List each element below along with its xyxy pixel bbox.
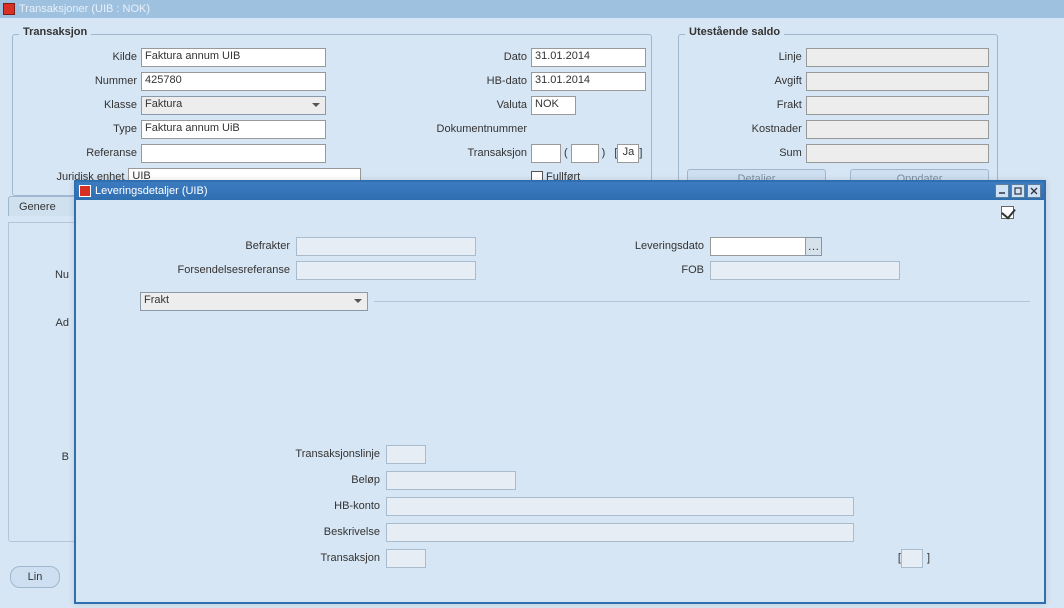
nummer-field[interactable]: 425780 [141, 72, 326, 91]
label-belop: Beløp [90, 474, 386, 486]
label-doknr: Dokumentnummer [361, 123, 531, 135]
label-type: Type [21, 123, 141, 135]
kostnader-field[interactable] [806, 120, 989, 139]
window-titlebar[interactable]: Transaksjoner (UIB : NOK) [0, 0, 1064, 18]
close-icon[interactable] [1027, 184, 1041, 198]
maximize-icon[interactable] [1011, 184, 1025, 198]
referanse-field[interactable] [141, 144, 326, 163]
forsref-field[interactable] [296, 261, 476, 280]
valuta-field[interactable]: NOK [531, 96, 576, 115]
stub-b: B [9, 445, 75, 469]
label-kilde: Kilde [21, 51, 141, 63]
transaction-group: Transaksjon KildeFaktura annum UIB Numme… [12, 34, 652, 196]
kilde-field[interactable]: Faktura annum UIB [141, 48, 326, 67]
oracle-icon [79, 185, 91, 197]
label-transaksjon2: Transaksjon [90, 552, 386, 564]
label-hbkonto: HB-konto [90, 500, 386, 512]
label-levdato: Leveringsdato [520, 240, 710, 252]
label-sum: Sum [687, 147, 806, 159]
linj-button-label: Lin [28, 571, 43, 583]
trans-field-2[interactable] [571, 144, 599, 163]
label-fob: FOB [520, 264, 710, 276]
tab-genere[interactable]: Genere [8, 196, 76, 216]
label-hbdato: HB-dato [361, 75, 531, 87]
delivery-details-window: Leveringsdetaljer (UIB) Befrakter Forsen… [74, 180, 1046, 604]
label-avgift: Avgift [687, 75, 806, 87]
label-kostnader: Kostnader [687, 123, 806, 135]
belop-field[interactable] [386, 471, 516, 490]
label-translinje: Transaksjonslinje [90, 448, 386, 460]
beskrivelse-field[interactable] [386, 523, 854, 542]
frakt-combo[interactable]: Frakt [140, 292, 368, 311]
window-title: Transaksjoner (UIB : NOK) [19, 3, 150, 15]
stub-nu: Nu [9, 263, 75, 287]
transactions-window: Transaksjoner (UIB : NOK) Transaksjon Ki… [0, 0, 1064, 202]
label-befrakter: Befrakter [90, 240, 296, 252]
trans-field-1[interactable] [531, 144, 561, 163]
transaksjon2-field[interactable] [386, 549, 426, 568]
date-picker-icon[interactable]: … [806, 237, 822, 256]
translinje-field[interactable] [386, 445, 426, 464]
trans-ja-field[interactable]: Ja [617, 144, 639, 163]
levdato-field[interactable] [710, 237, 806, 256]
minimize-icon[interactable] [995, 184, 1009, 198]
top-checkbox[interactable] [1001, 206, 1014, 219]
sum-field[interactable] [806, 144, 989, 163]
stub-ad: Ad [9, 311, 75, 335]
avgift-field[interactable] [806, 72, 989, 91]
label-forsref: Forsendelsesreferanse [90, 264, 296, 276]
oracle-icon [3, 3, 15, 15]
group-title-saldo: Utestående saldo [685, 26, 784, 38]
frakt-field[interactable] [806, 96, 989, 115]
label-trans: Transaksjon [361, 147, 531, 159]
label-klasse: Klasse [21, 99, 141, 111]
label-beskrivelse: Beskrivelse [90, 526, 386, 538]
left-truncated-column: Genere Nu Ad B [8, 196, 76, 542]
label-valuta: Valuta [361, 99, 531, 111]
linje-field[interactable] [806, 48, 989, 67]
divider [374, 301, 1030, 302]
label-referanse: Referanse [21, 147, 141, 159]
linj-button[interactable]: Lin [10, 566, 60, 588]
saldo-group: Utestående saldo Linje Avgift Frakt Kost… [678, 34, 998, 196]
label-nummer: Nummer [21, 75, 141, 87]
bracket-right: ] [927, 552, 930, 564]
label-dato: Dato [361, 51, 531, 63]
befrakter-field[interactable] [296, 237, 476, 256]
hbkonto-field[interactable] [386, 497, 854, 516]
modal-title: Leveringsdetaljer (UIB) [95, 185, 208, 197]
modal-titlebar[interactable]: Leveringsdetaljer (UIB) [76, 182, 1044, 200]
tab-genere-label: Genere [19, 201, 56, 213]
dato-field[interactable]: 31.01.2014 [531, 48, 646, 67]
label-linje: Linje [687, 51, 806, 63]
klasse-combo[interactable]: Faktura [141, 96, 326, 115]
fob-field[interactable] [710, 261, 900, 280]
group-title-transaction: Transaksjon [19, 26, 91, 38]
type-field[interactable]: Faktura annum UiB [141, 120, 326, 139]
label-frakt: Frakt [687, 99, 806, 111]
hbdato-field[interactable]: 31.01.2014 [531, 72, 646, 91]
transaksjon2-bracket-field[interactable] [901, 549, 923, 568]
frakt-combo-label: Frakt [144, 294, 169, 306]
